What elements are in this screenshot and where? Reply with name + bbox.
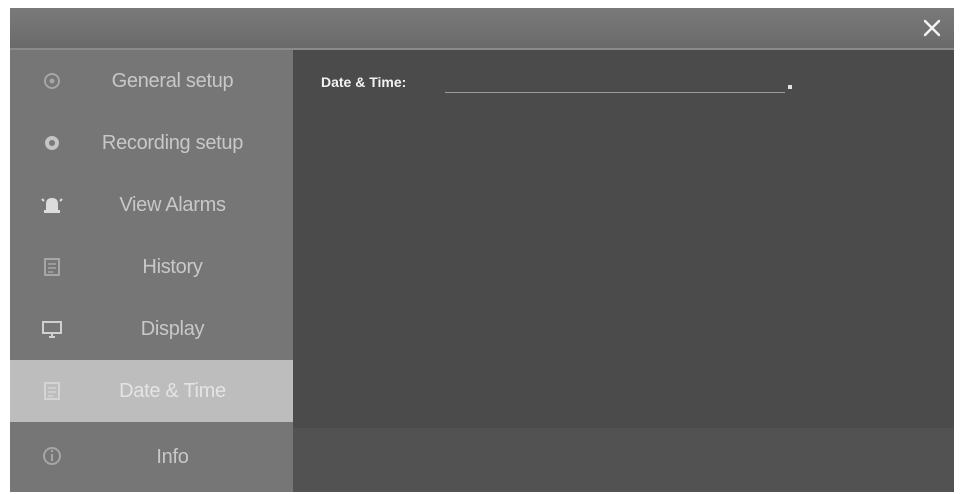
sidebar-item-label: Recording setup — [101, 132, 244, 154]
sidebar-item-label: General setup — [111, 70, 234, 92]
date-time-label: Date & Time: — [321, 74, 407, 90]
sidebar-item-label: Info — [156, 446, 189, 468]
close-button[interactable] — [918, 14, 946, 42]
resize-handle-icon — [788, 85, 792, 89]
calendar-icon — [40, 379, 64, 403]
sidebar-item-general-setup[interactable]: General setup — [10, 50, 293, 112]
content-footer — [293, 428, 954, 492]
record-icon — [40, 131, 64, 155]
sidebar-item-info[interactable]: Info — [10, 422, 293, 492]
info-icon — [40, 444, 64, 468]
calendar-icon — [40, 255, 64, 279]
sidebar-item-recording-setup[interactable]: Recording setup — [10, 112, 293, 174]
close-icon — [923, 19, 941, 37]
gear-icon — [40, 69, 64, 93]
sidebar-item-display[interactable]: Display — [10, 298, 293, 360]
settings-window: General setup Recording setup View Alarm… — [10, 8, 954, 492]
sidebar-item-label: Date & Time — [119, 380, 226, 402]
sidebar-item-history[interactable]: History — [10, 236, 293, 298]
sidebar-item-label: Display — [140, 318, 205, 340]
sidebar-item-view-alarms[interactable]: View Alarms — [10, 174, 293, 236]
sidebar: General setup Recording setup View Alarm… — [10, 50, 293, 492]
monitor-icon — [40, 317, 64, 341]
sidebar-item-label: History — [142, 256, 203, 278]
bell-icon — [40, 193, 64, 217]
title-bar — [10, 8, 954, 50]
content-panel: Date & Time: — [293, 50, 954, 492]
sidebar-item-label: View Alarms — [119, 194, 226, 216]
sidebar-item-date-time[interactable]: Date & Time — [10, 360, 293, 422]
date-time-input[interactable] — [445, 72, 785, 93]
